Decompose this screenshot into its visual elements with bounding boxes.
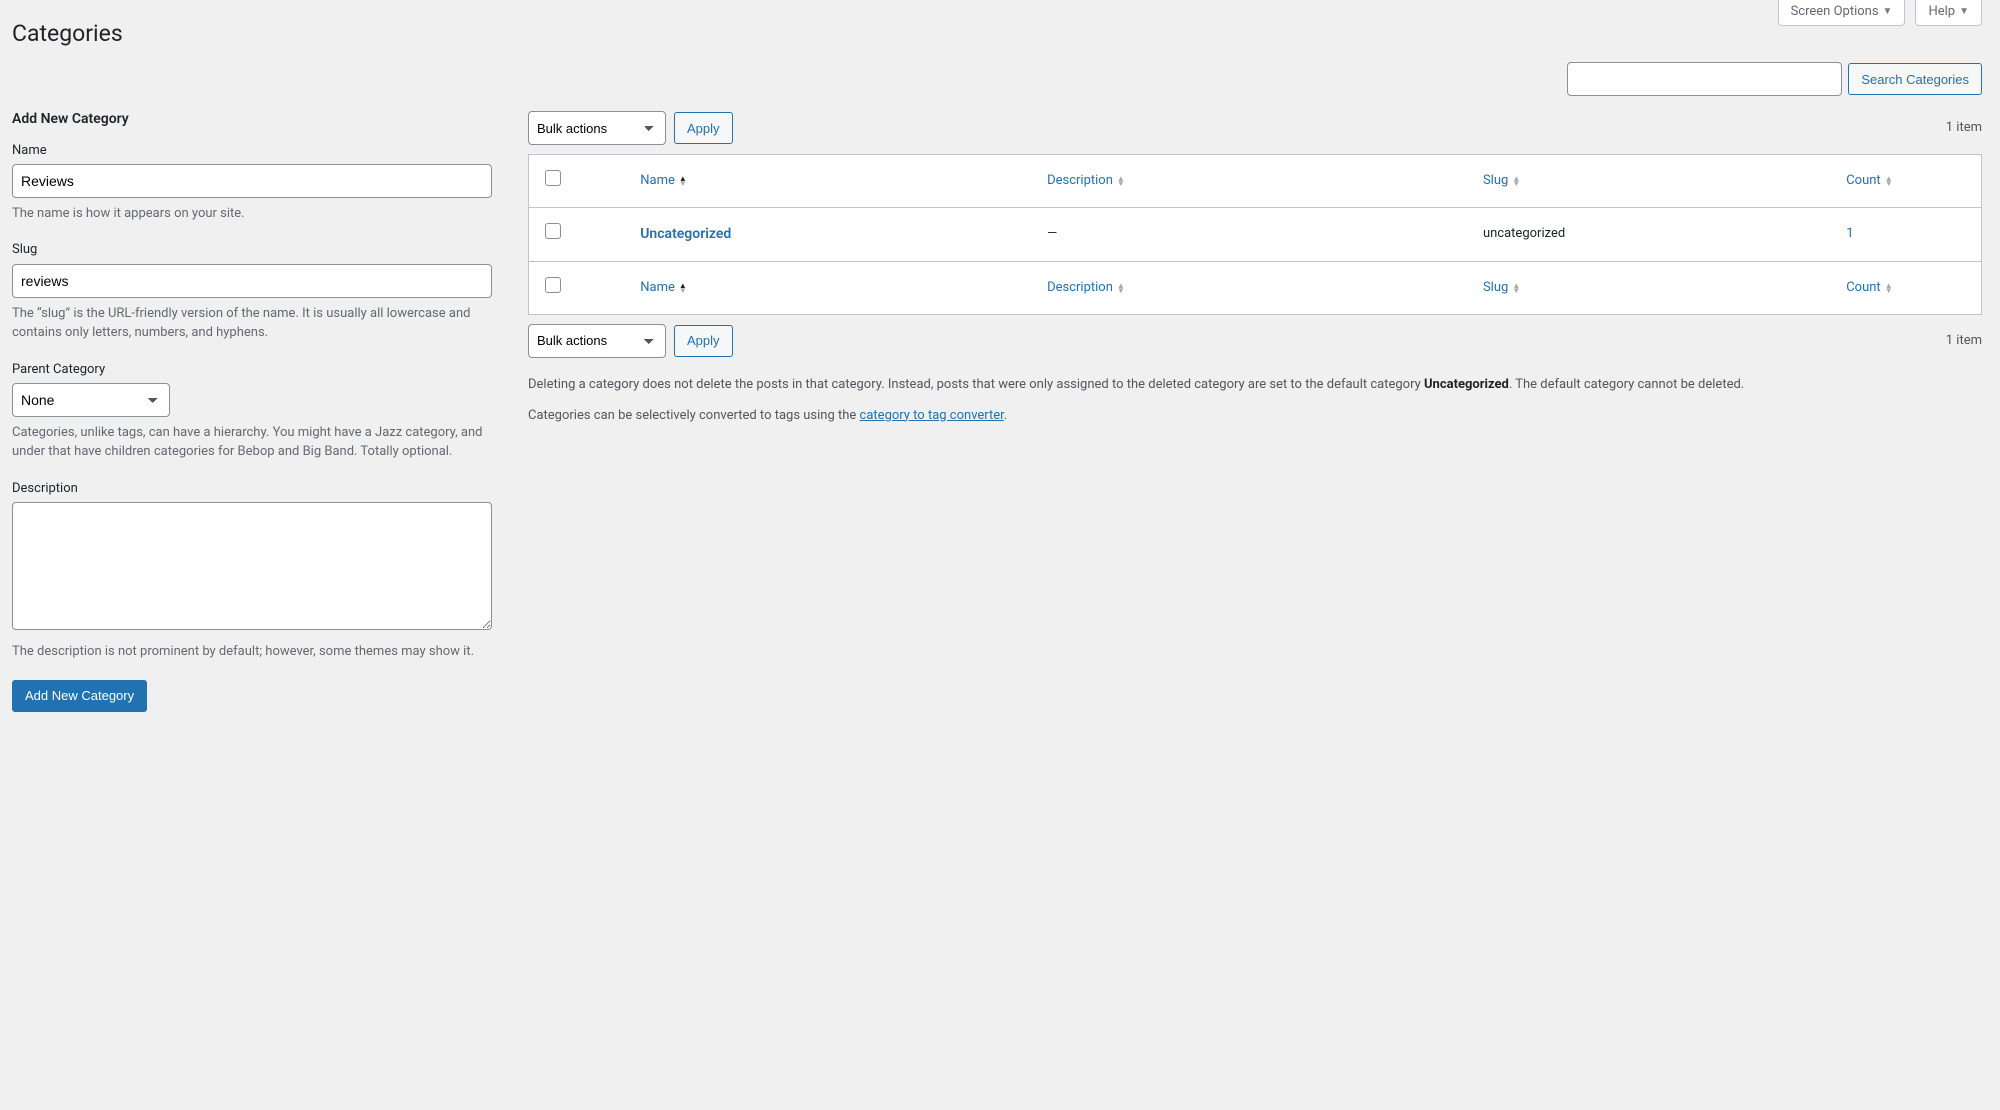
parent-category-label: Parent Category <box>12 361 492 379</box>
name-label: Name <box>12 142 492 160</box>
row-slug: uncategorized <box>1473 208 1836 261</box>
name-field[interactable] <box>12 164 492 198</box>
row-name-link[interactable]: Uncategorized <box>640 226 731 242</box>
sort-icon: ▲▼ <box>1512 283 1520 293</box>
row-count-link[interactable]: 1 <box>1846 226 1853 241</box>
category-to-tag-converter-link[interactable]: category to tag converter <box>860 408 1004 423</box>
converter-note: Categories can be selectively converted … <box>528 406 1982 427</box>
page-title: Categories <box>12 0 1982 62</box>
description-help: The description is not prominent by defa… <box>12 642 492 662</box>
bulk-actions-bottom-select[interactable]: Bulk actions <box>528 324 666 358</box>
slug-field[interactable] <box>12 264 492 298</box>
add-new-category-button[interactable]: Add New Category <box>12 680 147 712</box>
sort-icon: ▲▼ <box>1885 176 1893 186</box>
slug-help: The “slug” is the URL-friendly version o… <box>12 304 492 343</box>
chevron-down-icon: ▼ <box>1883 5 1893 19</box>
column-footer-description[interactable]: Description ▲▼ <box>1047 279 1125 297</box>
column-header-description[interactable]: Description ▲▼ <box>1047 172 1125 190</box>
column-slug-label: Slug <box>1483 172 1508 190</box>
sort-icon: ▲▼ <box>1885 283 1893 293</box>
sort-icon: ▲▼ <box>679 176 687 186</box>
chevron-down-icon: ▼ <box>1959 5 1969 19</box>
item-count-bottom: 1 item <box>1946 332 1982 350</box>
column-header-count[interactable]: Count ▲▼ <box>1846 172 1892 190</box>
sort-icon: ▲▼ <box>1117 283 1125 293</box>
sort-icon: ▲▼ <box>1117 176 1125 186</box>
column-footer-slug[interactable]: Slug ▲▼ <box>1483 279 1520 297</box>
delete-note: Deleting a category does not delete the … <box>528 375 1982 396</box>
table-row: Uncategorized — uncategorized 1 <box>529 208 1982 261</box>
column-name-label: Name <box>640 172 675 190</box>
column-header-name[interactable]: Name ▲▼ <box>640 172 687 190</box>
column-footer-name[interactable]: Name ▲▼ <box>640 279 687 297</box>
apply-bottom-button[interactable]: Apply <box>674 325 733 357</box>
sort-icon: ▲▼ <box>1512 176 1520 186</box>
bulk-actions-top-select[interactable]: Bulk actions <box>528 111 666 145</box>
item-count-top: 1 item <box>1946 119 1982 137</box>
help-tab[interactable]: Help ▼ <box>1915 0 1982 26</box>
column-count-label: Count <box>1846 172 1880 190</box>
column-description-label: Description <box>1047 172 1113 190</box>
select-all-bottom-checkbox[interactable] <box>545 277 561 293</box>
parent-category-select[interactable]: None <box>12 383 170 417</box>
sort-icon: ▲▼ <box>679 283 687 293</box>
apply-top-button[interactable]: Apply <box>674 112 733 144</box>
select-all-top-checkbox[interactable] <box>545 170 561 186</box>
row-description: — <box>1037 208 1473 261</box>
row-checkbox[interactable] <box>545 223 561 239</box>
name-help: The name is how it appears on your site. <box>12 204 492 224</box>
description-field[interactable] <box>12 502 492 630</box>
column-footer-count[interactable]: Count ▲▼ <box>1846 279 1892 297</box>
screen-options-label: Screen Options <box>1791 3 1879 21</box>
parent-help: Categories, unlike tags, can have a hier… <box>12 423 492 462</box>
description-label: Description <box>12 480 492 498</box>
help-label: Help <box>1928 3 1955 21</box>
search-categories-button[interactable]: Search Categories <box>1848 63 1982 95</box>
screen-options-tab[interactable]: Screen Options ▼ <box>1778 0 1906 26</box>
column-header-slug[interactable]: Slug ▲▼ <box>1483 172 1520 190</box>
add-new-category-heading: Add New Category <box>12 110 492 130</box>
search-input[interactable] <box>1567 62 1842 96</box>
slug-label: Slug <box>12 241 492 259</box>
